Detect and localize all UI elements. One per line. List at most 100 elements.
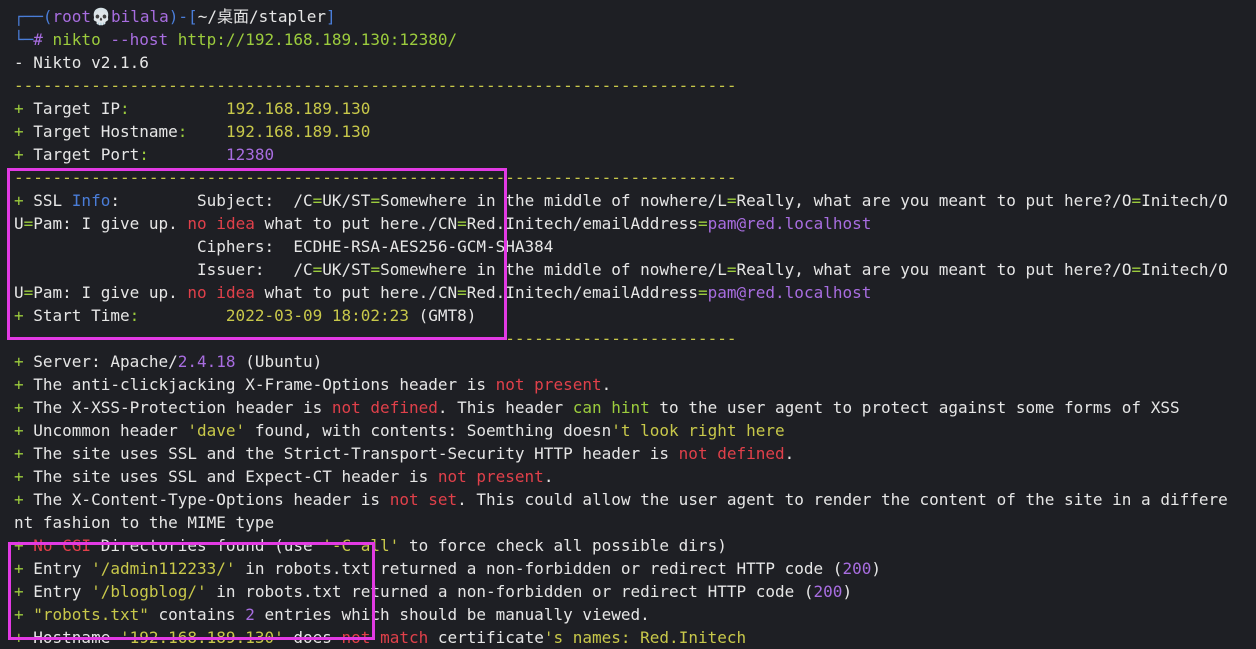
terminal-text-segment: = bbox=[457, 283, 467, 302]
terminal-text-segment: + bbox=[14, 191, 34, 210]
terminal-text-segment: UK/ST bbox=[322, 260, 371, 279]
terminal-text-segment: + bbox=[14, 536, 34, 555]
terminal-window[interactable]: ┌──(root💀bilala)-[~/桌面/stapler] └─# nikto… bbox=[0, 0, 1256, 649]
terminal-text-segment: certificate bbox=[428, 628, 544, 647]
terminal-line: - Nikto v2.1.6 bbox=[14, 51, 1256, 74]
terminal-text-segment: + bbox=[14, 306, 34, 325]
terminal-text-segment: : bbox=[129, 306, 226, 325]
terminal-line: + The X-XSS-Protection header is not def… bbox=[14, 396, 1256, 419]
terminal-text-segment: not present bbox=[437, 467, 544, 486]
terminal-line: + Server: Apache/2.4.18 (Ubuntu) bbox=[14, 350, 1256, 373]
terminal-line: + Entry '/blogblog/' in robots.txt retur… bbox=[14, 580, 1256, 603]
terminal-text-segment: : bbox=[177, 122, 226, 141]
terminal-line: └─# nikto --host http://192.168.189.130:… bbox=[14, 28, 1256, 51]
terminal-text-segment: 't look right here bbox=[611, 421, 785, 440]
terminal-text-segment: )-[ bbox=[168, 7, 198, 26]
terminal-line: + The site uses SSL and Expect-CT header… bbox=[14, 465, 1256, 488]
terminal-text-segment: in robots.txt returned a non-forbidden o… bbox=[206, 582, 814, 601]
terminal-text-segment: 12380 bbox=[225, 145, 275, 164]
terminal-text-segment: not match bbox=[341, 628, 429, 647]
terminal-text-segment: contains bbox=[148, 605, 246, 624]
terminal-text-segment: not set bbox=[389, 490, 458, 509]
terminal-text-segment: pam@red.localhost bbox=[707, 283, 872, 302]
terminal-line: ----------------------------------------… bbox=[14, 74, 1256, 97]
terminal-line: + Uncommon header 'dave' found, with con… bbox=[14, 419, 1256, 442]
terminal-text-segment: + bbox=[14, 398, 34, 417]
terminal-text-segment: not defined bbox=[331, 398, 438, 417]
terminal-text-segment: Target Hostname bbox=[33, 122, 178, 141]
terminal-text-segment: + bbox=[14, 99, 34, 118]
terminal-text-segment: : bbox=[119, 99, 226, 118]
terminal-text-segment: = bbox=[726, 260, 737, 279]
terminal-text-segment: nt fashion to the MIME type bbox=[14, 513, 275, 532]
terminal-text-segment: 'dave' bbox=[187, 421, 246, 440]
terminal-text-segment: in robots.txt returned a non-forbidden o… bbox=[235, 559, 843, 578]
terminal-text-segment: not defined bbox=[678, 444, 785, 463]
terminal-text-segment: = bbox=[697, 283, 708, 302]
terminal-text-segment: ----------------------------------------… bbox=[14, 76, 737, 95]
terminal-text-segment: no idea bbox=[187, 214, 255, 233]
terminal-text-segment: '192.168.189.130' bbox=[119, 628, 284, 647]
terminal-text-segment: 💀 bbox=[91, 7, 111, 26]
terminal-line: Ciphers: ECDHE-RSA-AES256-GCM-SHA384 bbox=[14, 235, 1256, 258]
terminal-text-segment: 2 bbox=[245, 605, 255, 624]
terminal-text-segment: + bbox=[14, 421, 34, 440]
terminal-text-segment: entries which should be manually viewed. bbox=[254, 605, 650, 624]
terminal-line: U=Pam: I give up. no idea what to put he… bbox=[14, 212, 1256, 235]
terminal-text-segment: bilala bbox=[110, 7, 169, 26]
terminal-text-segment: + bbox=[14, 490, 34, 509]
terminal-text-segment: = bbox=[726, 191, 737, 210]
terminal-text-segment: No CGI bbox=[33, 536, 92, 555]
terminal-text-segment: --host bbox=[100, 30, 178, 49]
terminal-text-segment: . bbox=[601, 375, 612, 394]
terminal-line: U=Pam: I give up. no idea what to put he… bbox=[14, 281, 1256, 304]
terminal-text-segment: + bbox=[14, 122, 34, 141]
terminal-text-segment: pam@red.localhost bbox=[707, 214, 872, 233]
terminal-text-segment: ----------------------------------------… bbox=[14, 329, 737, 348]
terminal-text-segment: to force check all possible dirs) bbox=[399, 536, 727, 555]
terminal-text-segment: Start Time bbox=[33, 306, 130, 325]
terminal-text-segment: what to put here./CN bbox=[254, 214, 458, 233]
terminal-text-segment: SSL bbox=[33, 191, 72, 210]
terminal-line: + Entry '/admin112233/' in robots.txt re… bbox=[14, 557, 1256, 580]
terminal-text-segment: "robots.txt" bbox=[33, 605, 149, 624]
terminal-text-segment: to the user agent to protect against som… bbox=[649, 398, 1180, 417]
terminal-line: + The anti-clickjacking X-Frame-Options … bbox=[14, 373, 1256, 396]
terminal-text-segment: Initech/O bbox=[1141, 260, 1228, 279]
terminal-text-segment: can hint bbox=[572, 398, 650, 417]
terminal-text-segment: U bbox=[14, 283, 24, 302]
terminal-text-segment: = bbox=[697, 214, 708, 233]
terminal-text-segment: ] bbox=[326, 7, 336, 26]
terminal-text-segment: '/blogblog/' bbox=[91, 582, 207, 601]
terminal-text-segment: + bbox=[14, 559, 34, 578]
terminal-text-segment: Really, what are you meant to put here?/… bbox=[736, 260, 1132, 279]
terminal-line: + Start Time: 2022-03-09 18:02:23 (GMT8) bbox=[14, 304, 1256, 327]
terminal-line: + Hostname '192.168.189.130' does not ma… bbox=[14, 626, 1256, 649]
terminal-text-segment: + bbox=[14, 582, 34, 601]
terminal-text-segment: └─ bbox=[14, 30, 34, 49]
terminal-text-segment: + bbox=[14, 628, 34, 647]
terminal-text-segment: The X-Content-Type-Options header is bbox=[33, 490, 390, 509]
terminal-text-segment: Info bbox=[71, 191, 111, 210]
terminal-text-segment: 200 bbox=[813, 582, 843, 601]
terminal-text-segment: . This header bbox=[437, 398, 573, 417]
terminal-line: + The site uses SSL and the Strict-Trans… bbox=[14, 442, 1256, 465]
terminal-text-segment: Directories found (use bbox=[91, 536, 323, 555]
terminal-text-segment: The site uses SSL and the Strict-Transpo… bbox=[33, 444, 679, 463]
terminal-text-segment: : bbox=[139, 145, 226, 164]
terminal-line: + SSL Info: Subject: /C=UK/ST=Somewhere … bbox=[14, 189, 1256, 212]
terminal-text-segment: + bbox=[14, 444, 34, 463]
terminal-text-segment: = bbox=[312, 260, 323, 279]
terminal-text-segment: (Ubuntu) bbox=[235, 352, 323, 371]
terminal-text-segment: http://192.168.189.130:12380/ bbox=[177, 30, 458, 49]
terminal-text-segment: 2022-03-09 18:02:23 bbox=[225, 306, 409, 325]
terminal-text-segment: + bbox=[14, 467, 34, 486]
terminal-line: + Target Port: 12380 bbox=[14, 143, 1256, 166]
terminal-line: ----------------------------------------… bbox=[14, 166, 1256, 189]
terminal-text-segment: - Nikto v2.1.6 bbox=[14, 53, 149, 72]
terminal-text-segment: (GMT8) bbox=[408, 306, 477, 325]
terminal-text-segment: does bbox=[283, 628, 342, 647]
terminal-text-segment: # bbox=[33, 30, 53, 49]
terminal-text-segment: The X-XSS-Protection header is bbox=[33, 398, 332, 417]
terminal-line: ┌──(root💀bilala)-[~/桌面/stapler] bbox=[14, 5, 1256, 28]
